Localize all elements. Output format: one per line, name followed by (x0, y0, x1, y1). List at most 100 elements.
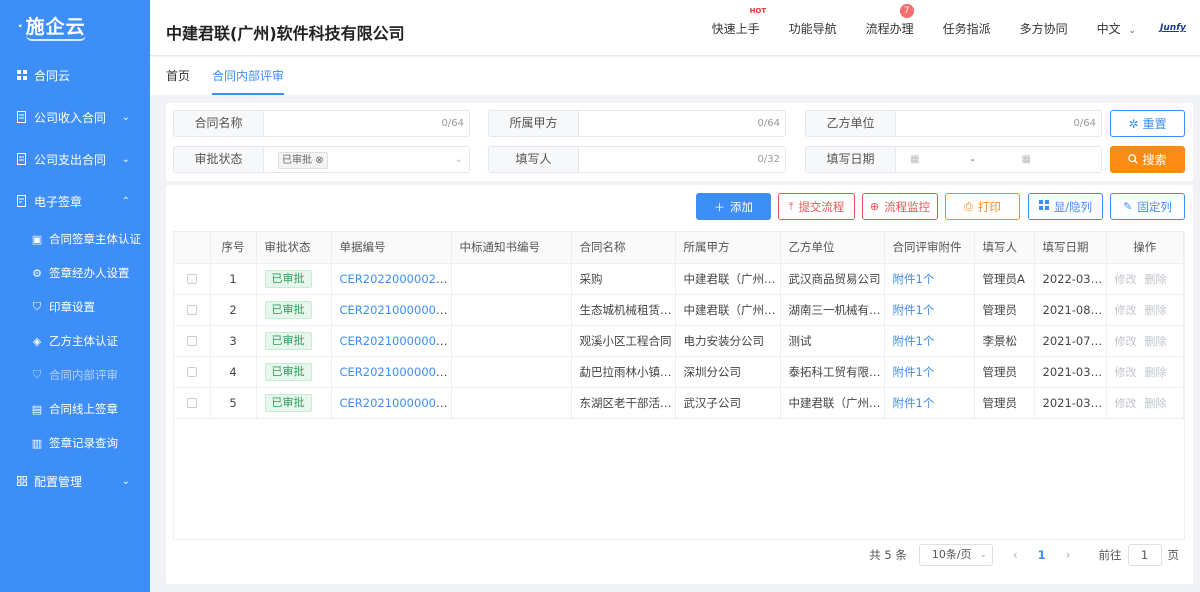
row-checkbox-cell[interactable] (174, 387, 211, 419)
row-checkbox-cell[interactable] (174, 356, 211, 388)
filler-input[interactable]: 0/32 (579, 147, 785, 172)
nav-task-assign[interactable]: 任务指派 (943, 20, 991, 37)
column-header[interactable]: 审批状态 (256, 232, 332, 264)
row-checkbox-cell[interactable] (174, 294, 211, 326)
column-header[interactable]: 合同评审附件 (884, 232, 975, 264)
party-a-input[interactable]: 0/64 (579, 111, 785, 136)
contract-name-input[interactable]: 0/64 (264, 111, 469, 136)
party-b-input[interactable]: 0/64 (896, 111, 1101, 136)
sidebar-item-signature-subject-auth[interactable]: ▣ 合同签章主体认证 (0, 222, 150, 256)
column-header[interactable]: 中标通知书编号 (451, 232, 572, 264)
status-select[interactable]: 审批状态 已审批 ⊗ ⌄ (173, 146, 470, 173)
process-monitor-button[interactable]: ⊕ 流程监控 (862, 193, 938, 220)
button-label: 重置 (1142, 117, 1167, 131)
search-button[interactable]: 搜索 (1110, 146, 1185, 173)
date-range-input[interactable]: ▦ - ▦ (896, 147, 1101, 172)
attachment-link[interactable]: 附件1个 (893, 334, 935, 348)
pin-columns-button[interactable]: ✎ 固定列 (1110, 193, 1185, 220)
table-row[interactable]: 2 已审批 CER202100000044 生态城机械租赁… 中建君联（广州… 湖南三一机… (174, 294, 1184, 326)
sidebar-item-party-b-auth[interactable]: ◈ 乙方主体认证 (0, 324, 150, 358)
sidebar-item-income-contract[interactable]: 公司收入合同 ⌄ (0, 96, 150, 138)
filler-field[interactable]: 填写人 0/32 (488, 146, 786, 173)
cell-filler: 李景松 (974, 325, 1035, 357)
edit-button[interactable]: 修改 (1115, 366, 1137, 379)
sidebar-item-signature-handler[interactable]: ⚙ 签章经办人设置 (0, 256, 150, 290)
close-icon[interactable]: ⊗ (315, 155, 323, 166)
row-checkbox[interactable] (186, 336, 197, 346)
row-checkbox[interactable] (186, 367, 197, 377)
edit-button[interactable]: 修改 (1115, 335, 1137, 348)
add-button[interactable]: ＋ 添加 (696, 193, 771, 220)
sidebar-item-internal-review[interactable]: ⛉ 合同内部评审 (0, 358, 150, 392)
table-row[interactable]: 3 已审批 CER202100000034 观溪小区工程合同 电力安装分公司 测试 附件1个… (174, 325, 1184, 357)
row-checkbox[interactable] (186, 274, 197, 284)
table-row[interactable]: 4 已审批 CER202100000023 勐巴拉雨林小镇… 深圳分公司 泰拓科工贸有限…… (174, 356, 1184, 388)
document-code-link[interactable]: CER202200000233 (340, 272, 451, 286)
row-checkbox[interactable] (186, 305, 197, 315)
column-header[interactable]: 单据编号 (331, 232, 452, 264)
party-b-field[interactable]: 乙方单位 0/64 (805, 110, 1102, 137)
sidebar-item-config[interactable]: 配置管理 ⌄ (0, 460, 150, 502)
table-row[interactable]: 1 已审批 CER202200000233 采购 中建君联（广州… 武汉商品贸易公司 附件1… (174, 263, 1184, 295)
select-all-header[interactable] (174, 232, 211, 264)
page-number[interactable]: 1 (1038, 548, 1046, 562)
column-header[interactable]: 所属甲方 (675, 232, 781, 264)
sidebar-item-seal-settings[interactable]: ⛉ 印章设置 (0, 290, 150, 324)
status-select-value[interactable]: 已审批 ⊗ ⌄ (264, 147, 469, 172)
sidebar-item-online-signature[interactable]: ▤ 合同线上签章 (0, 392, 150, 426)
delete-button[interactable]: 删除 (1145, 335, 1167, 348)
language-select[interactable]: 中文 ⌄ (1097, 20, 1136, 37)
column-header[interactable]: 序号 (210, 232, 257, 264)
tab-home[interactable]: 首页 (166, 67, 190, 95)
sidebar-item-expense-contract[interactable]: 公司支出合同 ⌄ (0, 138, 150, 180)
print-button[interactable]: ⎙ 打印 (945, 193, 1020, 220)
table-row[interactable]: 5 已审批 CER202100000022 东湖区老干部活… 武汉子公司 中建君联（广州…… (174, 387, 1184, 419)
edit-button[interactable]: 修改 (1115, 304, 1137, 317)
party-a-field[interactable]: 所属甲方 0/64 (488, 110, 786, 137)
attachment-link[interactable]: 附件1个 (893, 365, 935, 379)
toggle-columns-button[interactable]: 显/隐列 (1028, 193, 1103, 220)
cell-actions: 修改 删除 (1106, 294, 1184, 326)
column-header[interactable]: 合同名称 (571, 232, 676, 264)
document-code-link[interactable]: CER202100000044 (340, 303, 451, 317)
attachment-link[interactable]: 附件1个 (893, 272, 935, 286)
prev-page-icon[interactable]: ‹ (1013, 548, 1018, 562)
delete-button[interactable]: 删除 (1145, 366, 1167, 379)
delete-button[interactable]: 删除 (1145, 273, 1167, 286)
next-page-icon[interactable]: › (1066, 548, 1071, 562)
document-code-link[interactable]: CER202100000023 (340, 365, 451, 379)
submit-process-button[interactable]: ⤒ 提交流程 (778, 193, 855, 220)
document-code-link[interactable]: CER202100000022 (340, 396, 451, 410)
status-tag[interactable]: 已审批 ⊗ (278, 152, 328, 169)
column-header[interactable]: 乙方单位 (780, 232, 885, 264)
document-code-link[interactable]: CER202100000034 (340, 334, 451, 348)
delete-button[interactable]: 删除 (1145, 304, 1167, 317)
row-checkbox[interactable] (186, 398, 197, 408)
row-checkbox-cell[interactable] (174, 325, 211, 357)
delete-button[interactable]: 删除 (1145, 397, 1167, 410)
contract-name-field[interactable]: 合同名称 0/64 (173, 110, 470, 137)
cell-filler: 管理员 (974, 294, 1035, 326)
nav-process-handling[interactable]: 流程办理 7 (866, 3, 914, 37)
nav-function-guide[interactable]: 功能导航 (789, 20, 837, 37)
edit-button[interactable]: 修改 (1115, 397, 1137, 410)
goto-page-input[interactable]: 1 (1127, 544, 1162, 566)
column-header[interactable]: 填写日期 (1034, 232, 1107, 264)
attachment-link[interactable]: 附件1个 (893, 303, 935, 317)
reset-button[interactable]: ✲ 重置 (1110, 110, 1185, 137)
attachment-link[interactable]: 附件1个 (893, 396, 935, 410)
tab-internal-review[interactable]: 合同内部评审 (212, 67, 285, 95)
sidebar-item-signature-records[interactable]: ▥ 签章记录查询 (0, 426, 150, 460)
edit-button[interactable]: 修改 (1115, 273, 1137, 286)
row-checkbox-cell[interactable] (174, 263, 211, 295)
cell-name: 采购 (571, 263, 676, 295)
logo[interactable]: · 施企云 (0, 0, 150, 52)
plus-icon: ＋ (714, 200, 725, 214)
sidebar-item-e-signature[interactable]: 电子签章 ⌃ (0, 180, 150, 222)
nav-collaboration[interactable]: 多方协同 (1020, 20, 1068, 37)
page-size-select[interactable]: 10条/页 ⌄ (918, 544, 993, 566)
date-range-field[interactable]: 填写日期 ▦ - ▦ (805, 146, 1102, 173)
sidebar-item-contract-cloud[interactable]: 合同云 (0, 54, 150, 96)
column-header[interactable]: 填写人 (974, 232, 1035, 264)
nav-quick-start[interactable]: 快速上手 HOT (712, 7, 767, 37)
